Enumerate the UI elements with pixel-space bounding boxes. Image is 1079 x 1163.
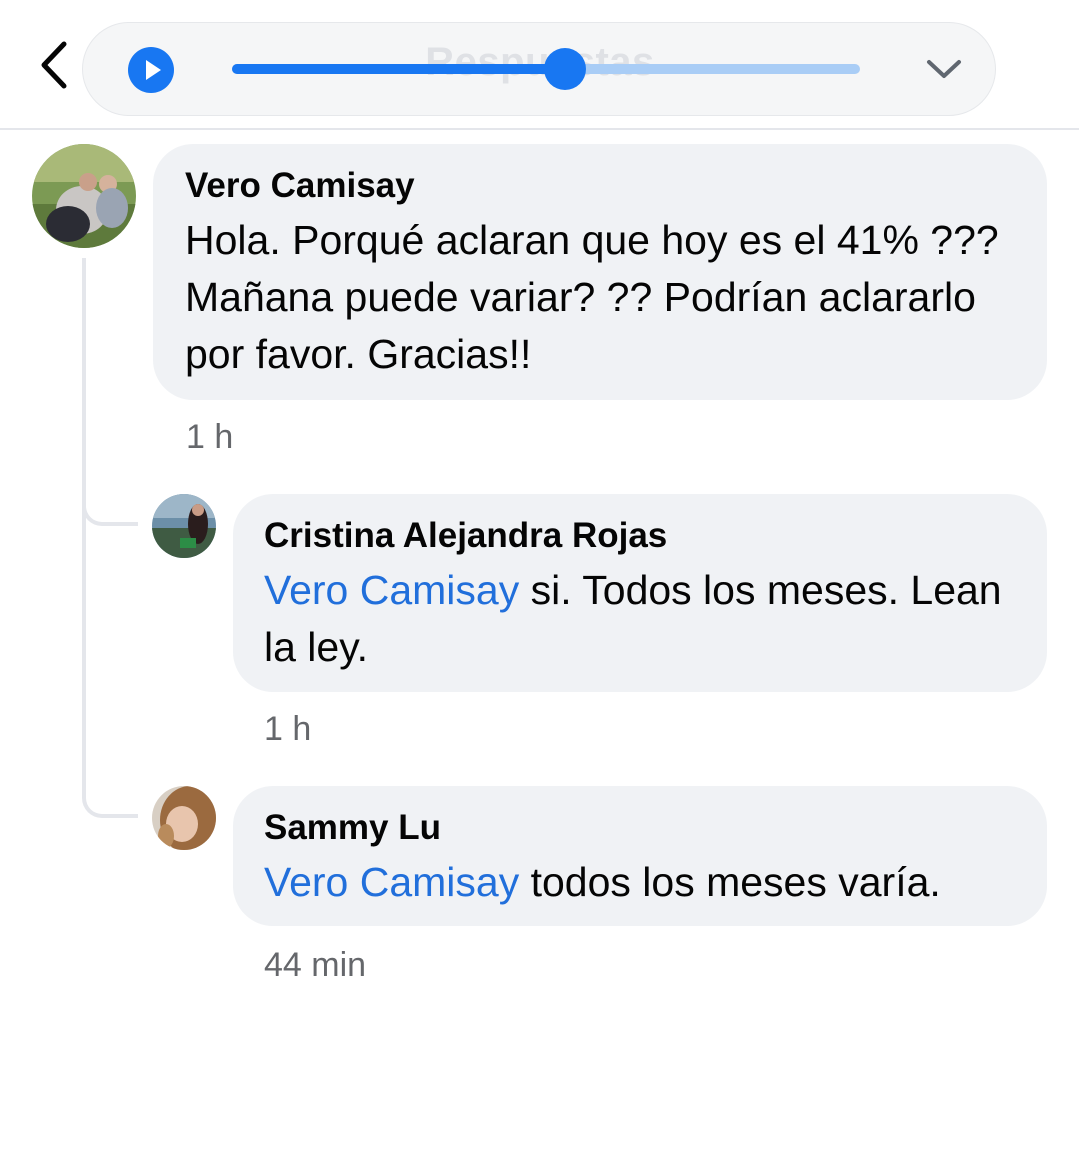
chevron-down-icon [927,60,961,78]
mention-link[interactable]: Vero Camisay [264,859,519,905]
play-button[interactable] [128,47,174,93]
comment-timestamp[interactable]: 1 h [264,710,311,749]
thread-line [82,258,86,798]
comment-bubble: Vero Camisay Hola. Porqué aclaran que ho… [153,144,1047,400]
comment-text: Vero Camisay si. Todos los meses. Lean l… [264,562,1016,676]
progress-slider[interactable] [232,48,860,90]
comment-author[interactable]: Vero Camisay [185,166,1015,206]
chevron-left-icon [41,41,67,89]
reply-bubble: Cristina Alejandra Rojas Vero Camisay si… [233,494,1047,692]
thread-branch [82,770,138,818]
comment-text: Hola. Porqué aclaran que hoy es el 41% ?… [185,217,999,377]
mention-link[interactable]: Vero Camisay [264,567,519,613]
comment-author[interactable]: Sammy Lu [264,808,1016,848]
header-bar: Respuestas [0,0,1079,130]
comment-thread-screen: Respuestas Vero Camisay Hola. Porqué acl… [0,0,1079,1163]
progress-thumb[interactable] [544,48,586,90]
dropdown-button[interactable] [924,54,964,84]
progress-fill [232,64,565,74]
thread-branch [82,480,138,526]
avatar[interactable] [152,494,216,558]
avatar[interactable] [152,786,216,850]
comment-author[interactable]: Cristina Alejandra Rojas [264,516,1016,556]
back-button[interactable] [34,38,74,92]
reply-bubble: Sammy Lu Vero Camisay todos los meses va… [233,786,1047,926]
play-icon [146,60,161,80]
page-title: Respuestas [425,40,655,84]
avatar[interactable] [32,144,136,248]
comment-timestamp[interactable]: 44 min [264,946,366,985]
comment-body: todos los meses varía. [519,859,941,905]
comment-timestamp[interactable]: 1 h [186,418,233,457]
comment-text: Vero Camisay todos los meses varía. [264,854,1016,911]
